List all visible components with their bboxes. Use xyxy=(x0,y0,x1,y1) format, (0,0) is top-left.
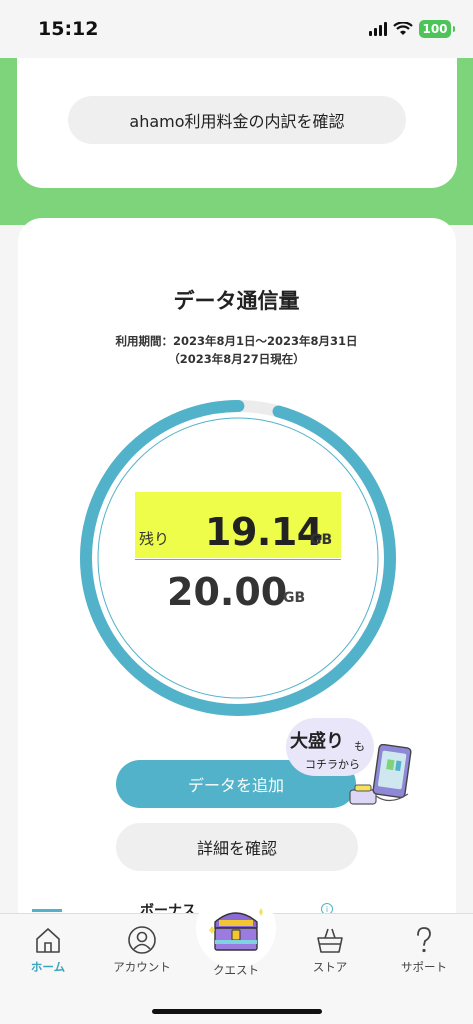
signal-icon xyxy=(369,22,387,36)
view-details-button[interactable]: 詳細を確認 xyxy=(116,823,358,871)
status-time: 15:12 xyxy=(38,18,99,40)
status-icons: 100 xyxy=(369,20,455,38)
home-icon xyxy=(36,928,60,953)
tab-home[interactable]: ホーム xyxy=(8,925,88,975)
tab-support-label: サポート xyxy=(401,960,447,974)
tab-store-label: ストア xyxy=(312,960,348,974)
total-data-value: 20.00 xyxy=(167,570,288,614)
tab-quest-label: クエスト xyxy=(213,963,259,977)
tab-account-label: アカウント xyxy=(113,960,171,974)
gauge-divider xyxy=(135,559,341,560)
question-icon xyxy=(417,927,431,953)
battery-indicator: 100 xyxy=(419,20,455,38)
usage-period: 利用期間：2023年8月1日〜2023年8月31日 xyxy=(115,334,358,348)
phone-illustration-icon[interactable] xyxy=(346,744,418,810)
total-data-unit: GB xyxy=(283,590,306,606)
tab-support[interactable]: サポート xyxy=(384,925,464,975)
wifi-icon xyxy=(393,22,413,35)
bonus-indicator-bar xyxy=(32,909,62,912)
status-bar: 15:12 100 xyxy=(0,0,473,58)
remaining-label: 残り xyxy=(139,530,170,548)
tab-store[interactable]: ストア xyxy=(290,925,370,975)
tab-home-label: ホーム xyxy=(30,960,66,974)
tab-quest[interactable]: クエスト xyxy=(192,888,280,978)
quest-circle xyxy=(196,888,276,968)
tab-account[interactable]: アカウント xyxy=(102,925,182,975)
basket-icon xyxy=(317,928,343,953)
remaining-data-value: 19.14 xyxy=(205,510,323,554)
gauge-inner-ring xyxy=(97,417,379,699)
fee-breakdown-button[interactable]: ahamo利用料金の内訳を確認 xyxy=(68,96,406,144)
promo-big-text: 大盛り xyxy=(290,731,344,752)
treasure-chest-icon xyxy=(209,908,263,951)
usage-as-of-date: （2023年8月27日現在） xyxy=(168,352,305,366)
account-icon xyxy=(128,926,156,954)
data-usage-title: データ通信量 xyxy=(173,289,300,313)
data-usage-gauge xyxy=(80,400,396,716)
gauge-remaining-arc xyxy=(80,400,396,716)
remaining-data-unit: GB xyxy=(310,532,333,548)
home-indicator xyxy=(152,1009,322,1014)
